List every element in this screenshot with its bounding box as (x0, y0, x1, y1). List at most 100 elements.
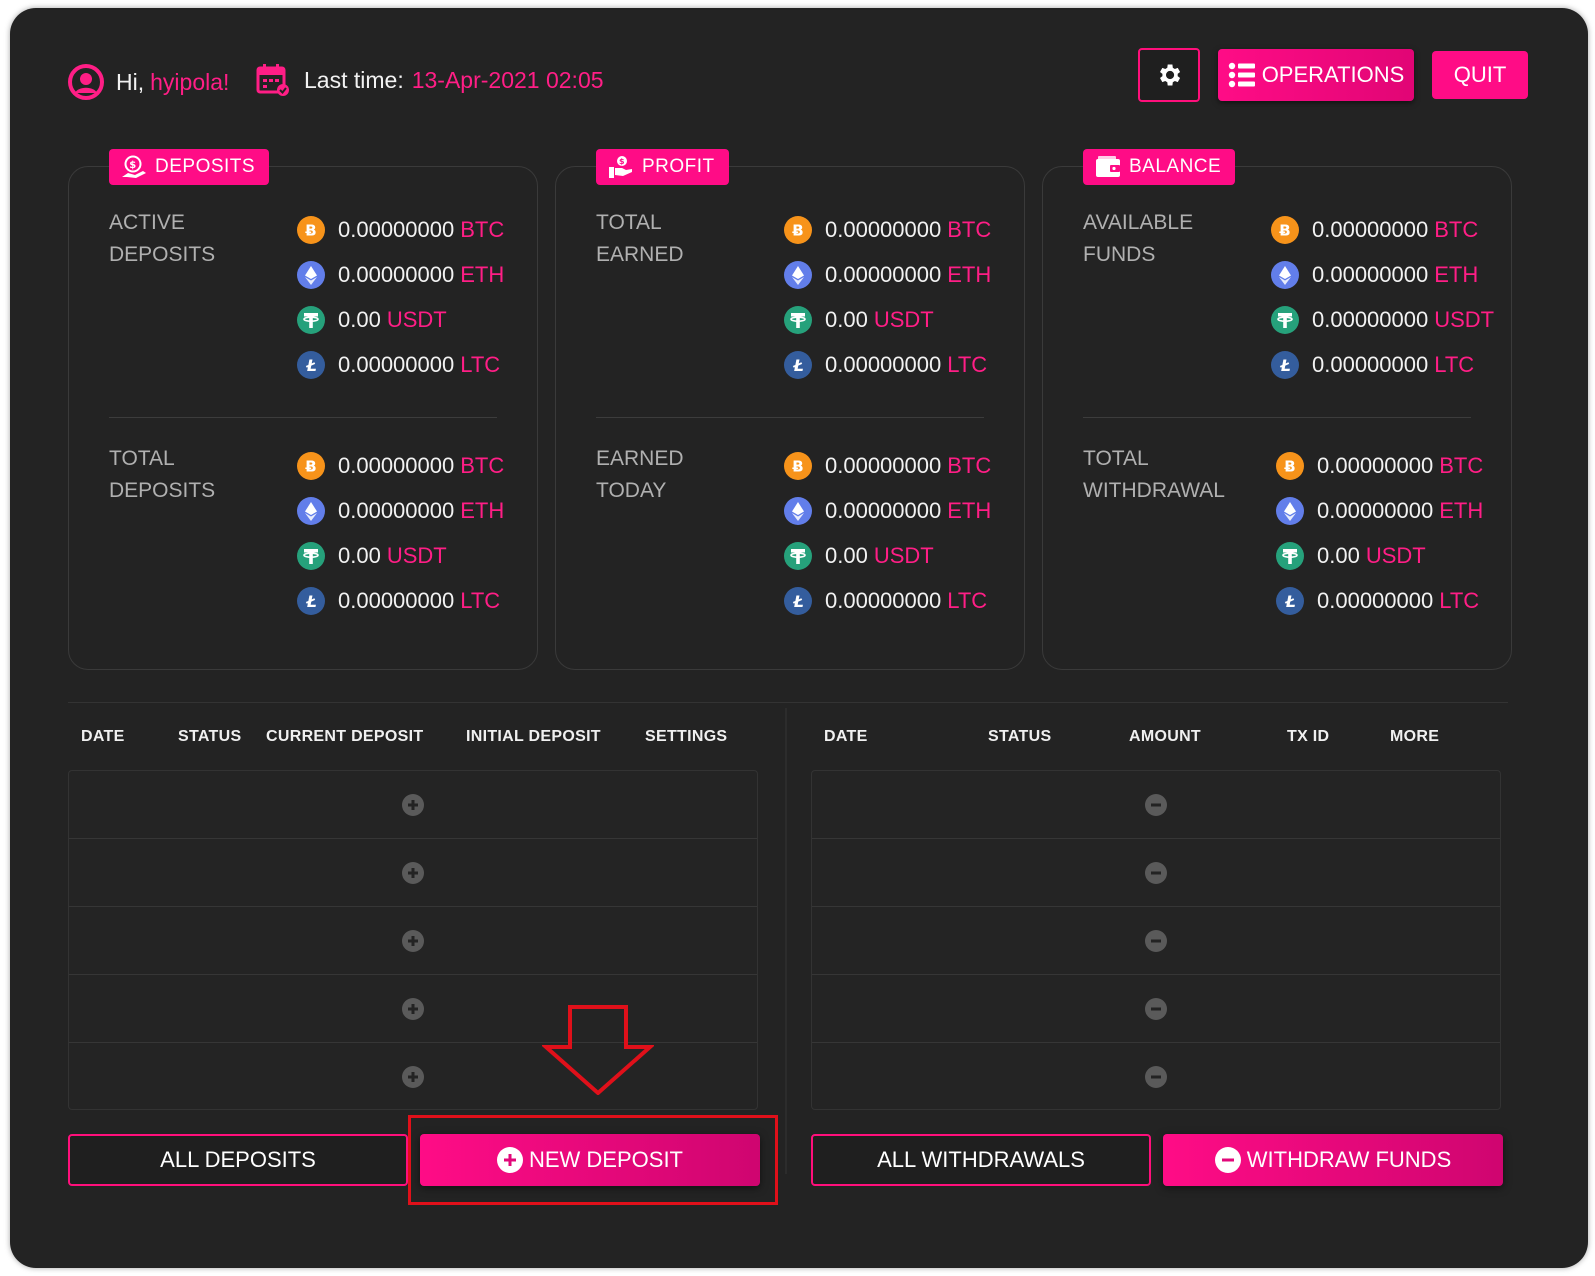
ltc-coin-icon: Ł (1271, 350, 1299, 379)
currency-code: USDT (873, 306, 934, 332)
section-divider (68, 702, 1508, 703)
amount-value: 0.00 (825, 306, 868, 332)
amount-row: Ł 0.00000000 LTC (1271, 342, 1494, 387)
amount-value: 0.00000000 (338, 261, 455, 287)
section-label: TODAY (596, 479, 667, 502)
column-header[interactable]: SETTINGS (645, 728, 727, 746)
svg-text:$: $ (619, 157, 625, 166)
currency-code: BTC (460, 216, 505, 242)
profit-card: $ PROFIT TOTAL EARNED Ƀ 0.00000000 BTC 0.000… (555, 149, 1025, 670)
settings-button[interactable] (1138, 48, 1200, 102)
column-header[interactable]: DATE (824, 728, 868, 746)
amount-row: 0.00000000 ETH (1276, 488, 1483, 533)
ltc-coin-icon: Ł (1276, 586, 1304, 615)
table-row (812, 975, 1500, 1043)
section-label: DEPOSITS (109, 243, 216, 266)
minus-circle-icon[interactable] (1145, 861, 1167, 884)
minus-circle-icon[interactable] (1145, 929, 1167, 952)
deposits-table-body (68, 770, 758, 1110)
usdt-coin-icon (784, 305, 812, 334)
svg-text:Ƀ: Ƀ (1279, 221, 1290, 239)
currency-code: ETH (460, 261, 505, 287)
column-header[interactable]: DATE (81, 728, 125, 746)
list-icon (1228, 62, 1255, 88)
section-label: TOTAL (1083, 447, 1149, 470)
svg-text:Ł: Ł (792, 592, 804, 611)
column-header[interactable]: TX ID (1287, 728, 1329, 746)
amount-value: 0.00000000 (338, 216, 455, 242)
all-withdrawals-button[interactable]: ALL WITHDRAWALS (811, 1134, 1151, 1186)
operations-button[interactable]: OPERATIONS (1218, 49, 1414, 101)
currency-code: ETH (460, 497, 505, 523)
plus-circle-icon[interactable] (402, 793, 424, 816)
amount-row: 0.00 USDT (784, 297, 991, 342)
minus-circle-icon[interactable] (1145, 997, 1167, 1020)
minus-circle-icon[interactable] (1145, 793, 1167, 816)
card-divider (596, 417, 984, 418)
svg-text:Ł: Ł (305, 592, 317, 611)
profit-card-tab: $ PROFIT (596, 149, 729, 185)
amount-row: 0.00000000 ETH (1271, 252, 1494, 297)
quit-label: QUIT (1453, 62, 1507, 87)
column-header[interactable]: STATUS (988, 728, 1051, 746)
user-icon (68, 64, 104, 100)
amount-value: 0.00000000 (1312, 351, 1429, 377)
amount-value: 0.00000000 (1312, 216, 1429, 242)
section-label: TOTAL (109, 447, 175, 470)
amount-row: Ƀ 0.00000000 BTC (297, 207, 504, 252)
gear-icon (1160, 64, 1181, 86)
amount-value: 0.00000000 (338, 452, 455, 478)
all-withdrawals-label: ALL WITHDRAWALS (877, 1147, 1085, 1172)
amount-row: Ƀ 0.00000000 BTC (1271, 207, 1494, 252)
currency-code: ETH (947, 497, 992, 523)
wallet-icon (1096, 156, 1120, 177)
plus-circle-icon[interactable] (402, 929, 424, 952)
svg-text:Ł: Ł (792, 356, 804, 375)
eth-coin-icon (1271, 260, 1299, 289)
amount-value: 0.00 (1317, 542, 1360, 568)
svg-text:Ƀ: Ƀ (1284, 457, 1295, 475)
column-header[interactable]: STATUS (178, 728, 241, 746)
svg-text:Ł: Ł (305, 356, 317, 375)
withdrawals-table-body (811, 770, 1501, 1110)
amount-value: 0.00000000 (825, 587, 942, 613)
column-header[interactable]: INITIAL DEPOSIT (466, 728, 601, 746)
withdraw-funds-button[interactable]: WITHDRAW FUNDS (1163, 1134, 1503, 1186)
svg-text:Ł: Ł (1284, 592, 1296, 611)
currency-code: LTC (947, 351, 988, 377)
amount-row: 0.00000000 ETH (784, 488, 991, 533)
amount-value: 0.00 (825, 542, 868, 568)
svg-text:$: $ (129, 160, 136, 171)
amount-row: Ł 0.00000000 LTC (1276, 578, 1483, 623)
usdt-coin-icon (784, 541, 812, 570)
section-label: ACTIVE (109, 211, 185, 234)
deposits-card-title: DEPOSITS (155, 156, 256, 177)
amount-row: 0.00 USDT (1276, 533, 1483, 578)
amount-value: 0.00 (338, 306, 381, 332)
quit-button[interactable]: QUIT (1432, 51, 1528, 99)
plus-circle-icon[interactable] (402, 1066, 424, 1088)
minus-circle-icon[interactable] (1145, 1066, 1167, 1088)
column-header[interactable]: MORE (1390, 728, 1439, 746)
usdt-coin-icon (297, 305, 325, 334)
eth-coin-icon (784, 260, 812, 289)
greeting: Hi, hyipola! (68, 64, 229, 100)
amount-value: 0.00000000 (1317, 452, 1434, 478)
table-row (69, 839, 757, 907)
amount-list: Ƀ 0.00000000 BTC 0.00000000 ETH 0.00 USDT Ł 0.00… (1276, 443, 1483, 623)
plus-circle-icon[interactable] (402, 861, 424, 884)
plus-circle-icon[interactable] (402, 997, 424, 1020)
svg-text:Ƀ: Ƀ (792, 457, 803, 475)
svg-text:Ł: Ł (1279, 356, 1291, 375)
minus-circle-icon (1214, 1147, 1241, 1173)
btc-coin-icon: Ƀ (297, 451, 325, 480)
section-label: AVAILABLE (1083, 211, 1194, 234)
table-row (812, 771, 1500, 839)
ltc-coin-icon: Ł (297, 586, 325, 615)
column-header[interactable]: CURRENT DEPOSIT (266, 728, 423, 746)
amount-row: Ƀ 0.00000000 BTC (784, 443, 991, 488)
all-deposits-button[interactable]: ALL DEPOSITS (68, 1134, 408, 1186)
column-header[interactable]: AMOUNT (1129, 728, 1201, 746)
currency-code: LTC (947, 587, 988, 613)
greeting-label: Hi, (116, 68, 145, 95)
